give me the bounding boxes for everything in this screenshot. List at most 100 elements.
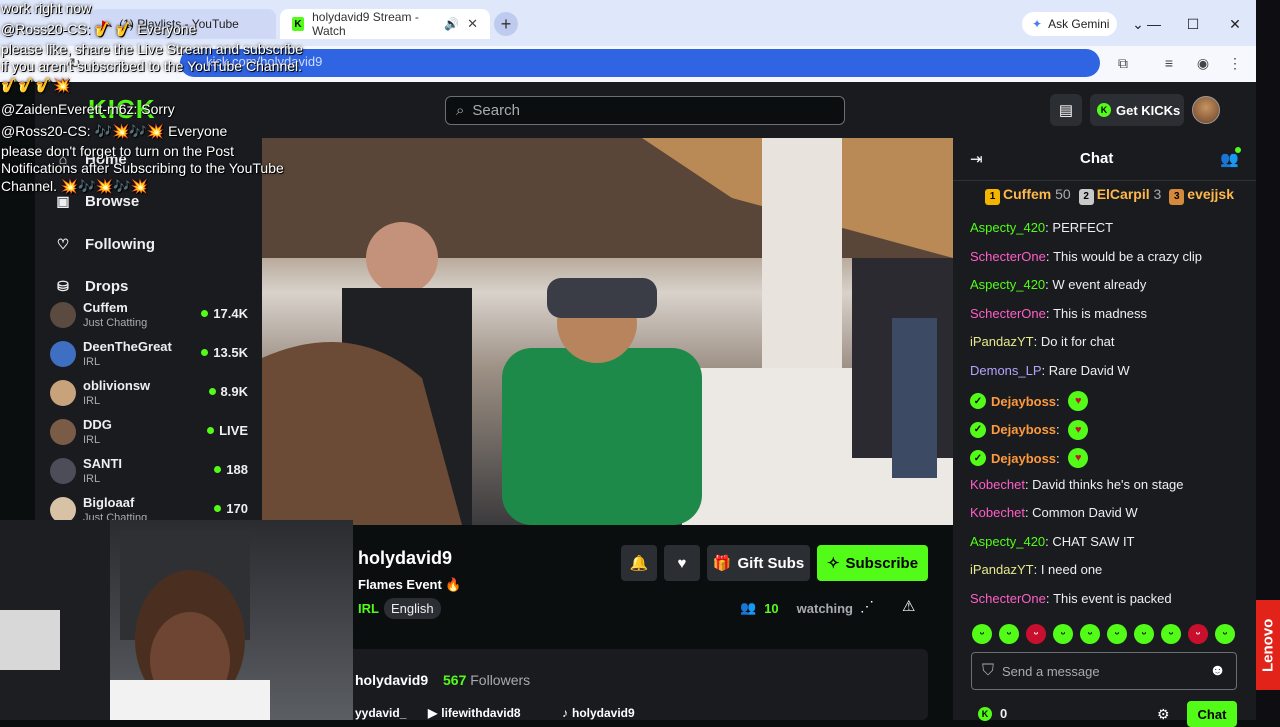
tab-kick-stream[interactable]: K holydavid9 Stream - Watch 🔊 ✕ xyxy=(280,9,490,39)
chat-text: W event already xyxy=(1052,277,1147,292)
profile-icon[interactable]: ◉ xyxy=(1192,52,1214,74)
emote-icon[interactable]: ᵕ xyxy=(1080,624,1100,644)
chat-send-button[interactable]: Chat xyxy=(1187,701,1237,727)
maximize-button[interactable]: ☐ xyxy=(1183,12,1203,36)
watching-label: watching xyxy=(796,600,853,616)
video-player[interactable] xyxy=(262,138,953,525)
collapse-chat-icon[interactable]: ⇥ xyxy=(970,150,983,168)
chat-colon: : xyxy=(1024,505,1033,520)
chat-text: Rare David W xyxy=(1048,362,1130,378)
nav-following[interactable]: ♡ Following xyxy=(55,230,255,258)
chat-username[interactable]: Aspecty_420 xyxy=(970,220,1045,235)
drops-icon: ⛁ xyxy=(57,277,69,294)
chat-username[interactable]: iPandazYT xyxy=(970,334,1034,349)
emote-icon[interactable]: ᵕ xyxy=(1026,624,1046,644)
gift-icon: 🎁 xyxy=(712,555,732,572)
theatre-mode-button[interactable]: ▤ xyxy=(1050,94,1082,126)
status-dot xyxy=(1235,147,1241,153)
gift-subs-button[interactable]: 🎁 Gift Subs xyxy=(707,545,810,581)
chat-username[interactable]: Aspecty_420 xyxy=(970,277,1045,292)
get-kicks-button[interactable]: K Get KICKs xyxy=(1090,94,1184,126)
nav-label: Drops xyxy=(85,277,129,295)
chat-username[interactable]: iPandazYT xyxy=(970,562,1034,577)
chat-text: David thinks he's on stage xyxy=(1032,476,1184,492)
extensions-icon[interactable]: ⧉ xyxy=(1112,52,1134,74)
search-bar[interactable]: ⌕ xyxy=(445,96,845,125)
close-window-button[interactable]: ✕ xyxy=(1225,12,1245,36)
live-dot xyxy=(201,349,209,356)
chat-colon: : xyxy=(1033,562,1041,577)
chat-colon: : xyxy=(1033,334,1041,349)
emote-icon[interactable]: ᵕ xyxy=(1215,624,1235,644)
bell-icon: 🔔 xyxy=(629,555,649,572)
chat-username[interactable]: Kobechet xyxy=(970,477,1025,492)
menu-kebab-icon[interactable]: ⋮ xyxy=(1224,52,1246,74)
social-link[interactable]: yydavid_ xyxy=(355,706,406,720)
leaderboard-entry[interactable]: 1 Cuffem 50 xyxy=(985,186,1071,206)
chat-message: Aspecty_420: CHAT SAW IT xyxy=(970,534,1135,549)
channel-category: Just Chatting xyxy=(83,317,148,329)
chat-text: CHAT SAW IT xyxy=(1052,533,1135,549)
emoji-icon[interactable]: ☻ xyxy=(1209,662,1226,680)
chat-username[interactable]: Aspecty_420 xyxy=(970,534,1045,549)
live-dot xyxy=(207,427,215,434)
emote-icon[interactable]: ᵕ xyxy=(1053,624,1073,644)
emote-icon[interactable]: ᵕ xyxy=(972,624,992,644)
tiktok-social-link[interactable]: ♪ holydavid9 xyxy=(562,706,635,720)
channel-row[interactable]: DDG IRL LIVE xyxy=(48,417,253,455)
channel-row[interactable]: DeenTheGreat IRL 13.5K xyxy=(48,339,253,377)
kicks-balance-value: 0 xyxy=(1000,706,1008,721)
user-avatar[interactable] xyxy=(1192,96,1220,124)
channel-viewer-count: 8.9K xyxy=(208,384,248,399)
share-icon[interactable]: ⋰ xyxy=(860,598,874,615)
kicks-coin-icon: K xyxy=(1097,103,1111,117)
youtube-social-link[interactable]: ▶ lifewithdavid8 xyxy=(428,706,521,720)
new-tab-button[interactable]: + xyxy=(494,12,518,36)
emote-icon[interactable]: ᵕ xyxy=(1188,624,1208,644)
kick-icon: K xyxy=(292,17,305,31)
chat-settings-gear-icon[interactable]: ⚙ xyxy=(1157,706,1170,723)
nav-drops[interactable]: ⛁ Drops xyxy=(55,272,255,300)
webcam-frame xyxy=(0,520,270,720)
leaderboard-entry[interactable]: 3 evejjsk xyxy=(1169,186,1234,206)
chat-username[interactable]: SchecterOne xyxy=(970,249,1046,264)
emote-icon[interactable]: ᵕ xyxy=(1161,624,1181,644)
chat-username[interactable]: SchecterOne xyxy=(970,306,1046,321)
leaderboard-entry[interactable]: 2 ElCarpil 3 xyxy=(1078,186,1161,206)
subscribe-button[interactable]: ✧ Subscribe xyxy=(817,545,928,581)
chat-message: ✓ Dejayboss: ♥ xyxy=(970,391,1089,411)
emote-icon[interactable]: ᵕ xyxy=(1134,624,1154,644)
kicks-balance[interactable]: K 0 xyxy=(978,706,1007,721)
channel-row[interactable]: SANTI IRL 188 xyxy=(48,456,253,494)
bookmark-star-icon[interactable]: ★ xyxy=(1067,52,1089,74)
channel-row[interactable]: Cuffem Just Chatting 17.4K xyxy=(48,300,253,338)
emote-icon[interactable]: ᵕ xyxy=(1107,624,1127,644)
heart-icon: ♡ xyxy=(56,235,70,252)
ask-gemini-button[interactable]: ✦ Ask Gemini xyxy=(1022,12,1117,36)
speaker-icon[interactable]: 🔊 xyxy=(444,17,459,31)
emote-icon[interactable]: ᵕ xyxy=(999,624,1019,644)
chat-username[interactable]: Dejayboss xyxy=(991,451,1056,466)
rank-badge: 1 xyxy=(985,188,1000,205)
chat-username[interactable]: Kobechet xyxy=(970,505,1025,520)
chat-input[interactable] xyxy=(1002,663,1183,679)
chat-username[interactable]: Dejayboss xyxy=(991,394,1056,409)
viewers-icon: 👥 xyxy=(740,600,757,615)
language-tag[interactable]: English xyxy=(384,598,441,619)
notification-bell-button[interactable]: 🔔 xyxy=(621,545,657,581)
chat-title: Chat xyxy=(1080,150,1114,167)
streamer-name[interactable]: holydavid9 xyxy=(358,548,452,569)
chat-username[interactable]: Demons_LP xyxy=(970,363,1042,378)
channel-row[interactable]: oblivionsw IRL 8.9K xyxy=(48,378,253,416)
chat-username[interactable]: SchecterOne xyxy=(970,591,1046,606)
close-tab-icon[interactable]: ✕ xyxy=(467,16,478,32)
minimize-button[interactable]: — xyxy=(1144,12,1164,36)
chat-input-box[interactable]: ⛉ ☻ xyxy=(971,652,1237,690)
search-input[interactable] xyxy=(472,102,813,119)
report-warning-icon[interactable]: ⚠ xyxy=(902,597,915,615)
media-controls-icon[interactable]: ≡ xyxy=(1158,52,1180,74)
category-link[interactable]: IRL xyxy=(358,601,379,616)
follow-button[interactable]: ♥ xyxy=(664,545,700,581)
chat-username[interactable]: Dejayboss xyxy=(991,422,1056,437)
chat-message: SchecterOne: This is madness xyxy=(970,306,1147,321)
